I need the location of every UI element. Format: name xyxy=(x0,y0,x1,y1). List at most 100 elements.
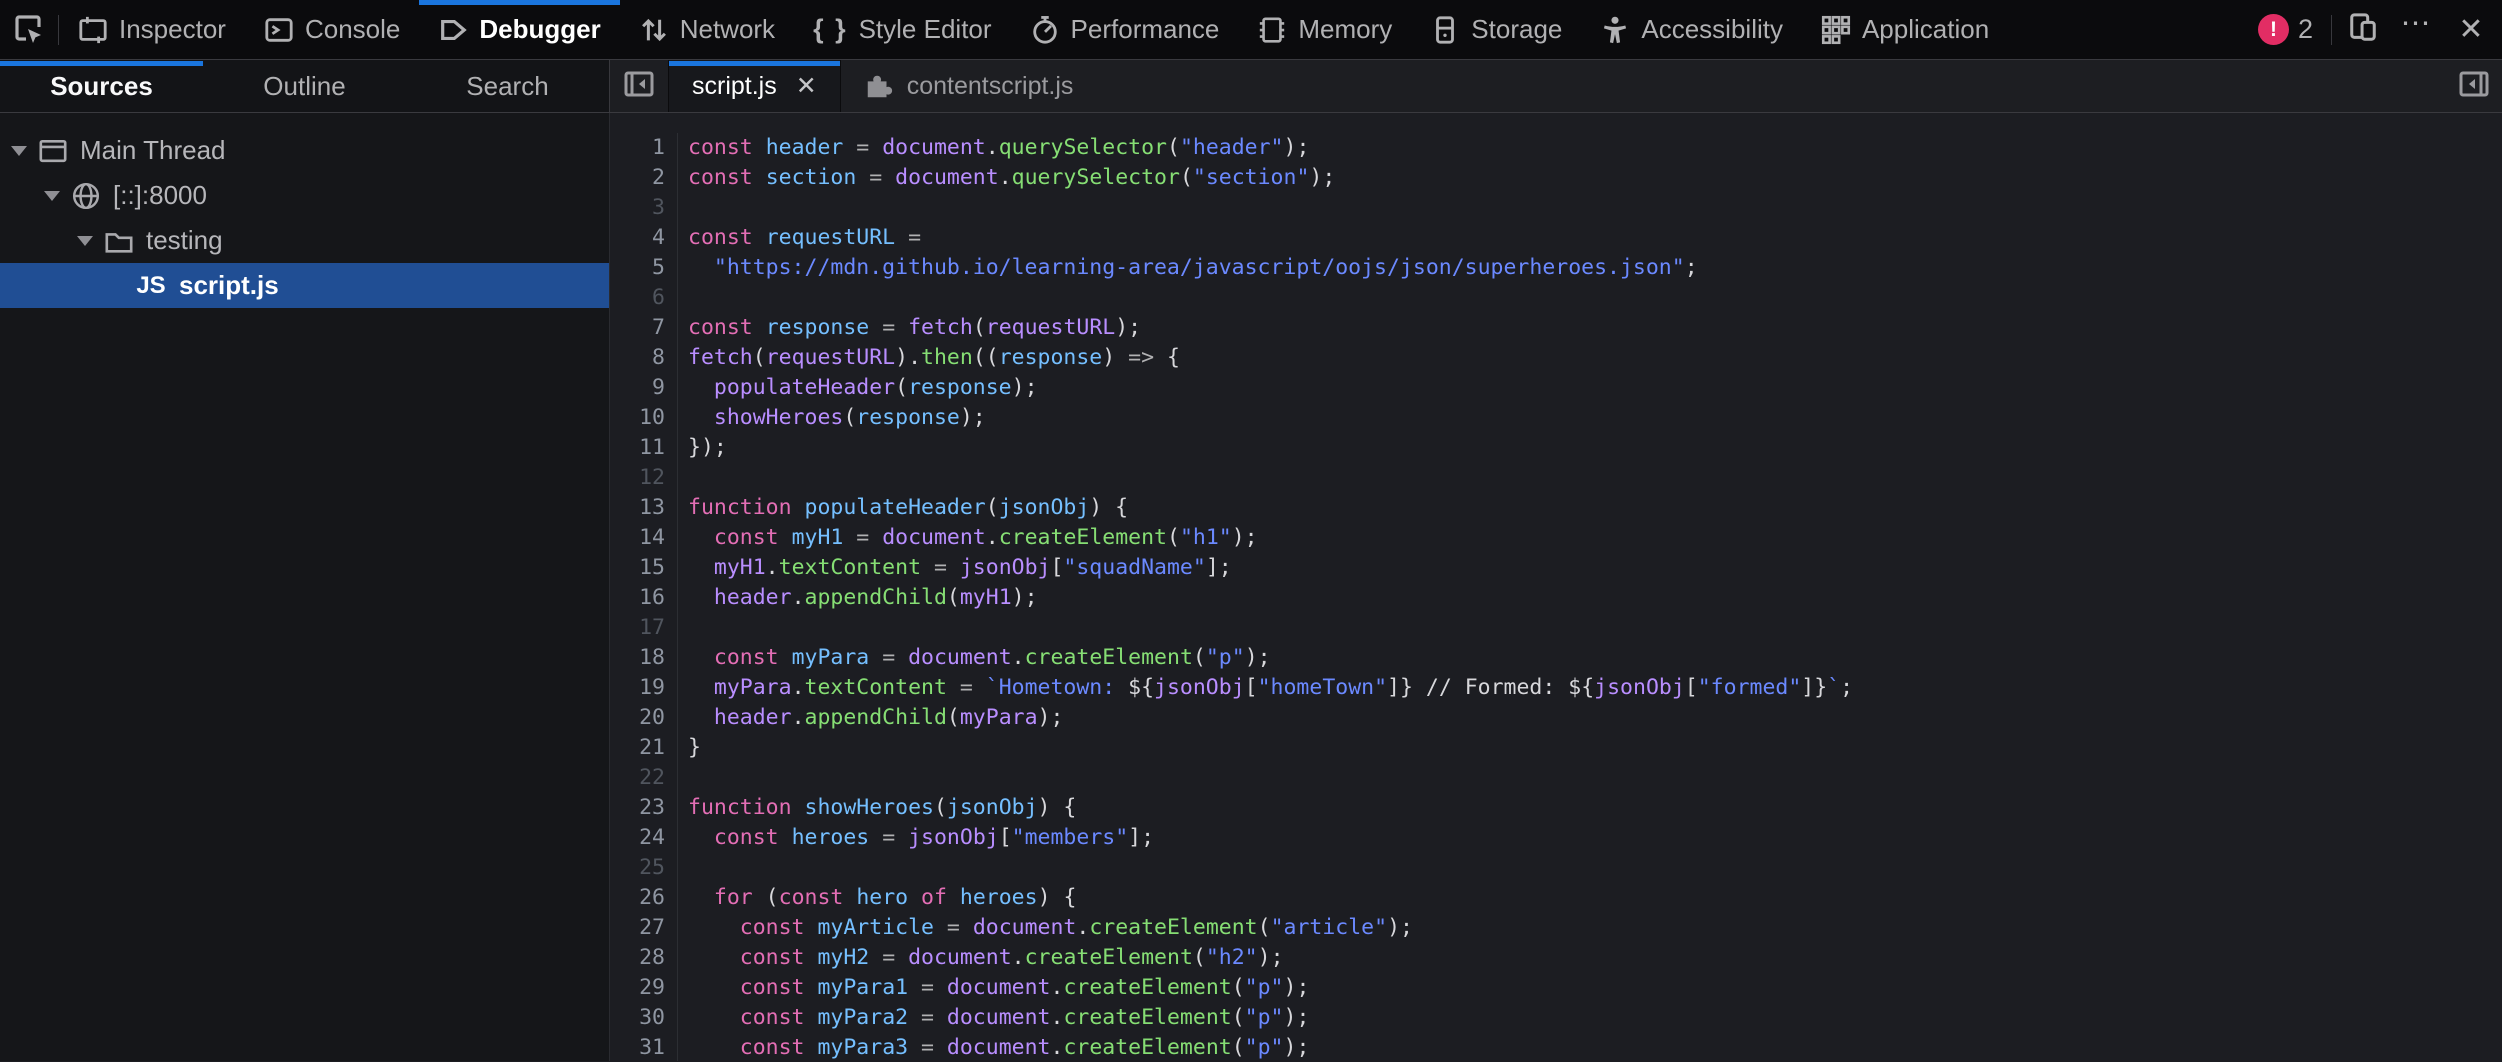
line-number[interactable]: 13 xyxy=(610,493,665,523)
tree-item--8000[interactable]: [::]:8000 xyxy=(0,173,609,218)
line-number[interactable]: 22 xyxy=(610,763,665,793)
collapse-sources-panel-button[interactable] xyxy=(610,60,668,112)
tab-network[interactable]: Network xyxy=(620,0,794,59)
line-number[interactable]: 2 xyxy=(610,163,665,193)
code-line[interactable]: const section = document.querySelector("… xyxy=(688,163,1853,193)
code-line[interactable]: const myPara3 = document.createElement("… xyxy=(688,1033,1853,1061)
code-content[interactable]: const header = document.querySelector("h… xyxy=(678,133,1853,1061)
line-number-gutter[interactable]: 1234567891011121314151617181920212223242… xyxy=(610,133,678,1061)
line-number[interactable]: 5 xyxy=(610,253,665,283)
code-editor[interactable]: 1234567891011121314151617181920212223242… xyxy=(610,113,2502,1061)
code-line[interactable]: header.appendChild(myH1); xyxy=(688,583,1853,613)
line-number[interactable]: 25 xyxy=(610,853,665,883)
line-number[interactable]: 21 xyxy=(610,733,665,763)
line-number[interactable]: 24 xyxy=(610,823,665,853)
code-line[interactable] xyxy=(688,463,1853,493)
line-number[interactable]: 27 xyxy=(610,913,665,943)
code-token: hero xyxy=(856,885,908,910)
line-number[interactable]: 7 xyxy=(610,313,665,343)
tab-application[interactable]: Application xyxy=(1802,0,2008,59)
code-line[interactable] xyxy=(688,283,1853,313)
code-line[interactable]: myPara.textContent = `Hometown: ${jsonOb… xyxy=(688,673,1853,703)
code-line[interactable]: const myPara = document.createElement("p… xyxy=(688,643,1853,673)
line-number[interactable]: 12 xyxy=(610,463,665,493)
code-line[interactable]: } xyxy=(688,733,1853,763)
line-number[interactable]: 30 xyxy=(610,1003,665,1033)
line-number[interactable]: 9 xyxy=(610,373,665,403)
line-number[interactable]: 1 xyxy=(610,133,665,163)
file-tab-contentscript[interactable]: contentscript.js xyxy=(841,60,1097,112)
tab-debugger[interactable]: Debugger xyxy=(419,0,619,59)
code-line[interactable]: const heroes = jsonObj["members"]; xyxy=(688,823,1853,853)
code-line[interactable]: for (const hero of heroes) { xyxy=(688,883,1853,913)
panel-tab-sources[interactable]: Sources xyxy=(0,60,203,112)
line-number[interactable]: 31 xyxy=(610,1033,665,1061)
code-line[interactable]: const header = document.querySelector("h… xyxy=(688,133,1853,163)
code-token xyxy=(947,885,960,910)
tree-item-main-thread[interactable]: Main Thread xyxy=(0,128,609,173)
tab-memory[interactable]: Memory xyxy=(1238,0,1411,59)
line-number[interactable]: 18 xyxy=(610,643,665,673)
code-line[interactable]: const myH2 = document.createElement("h2"… xyxy=(688,943,1853,973)
code-line[interactable]: }); xyxy=(688,433,1853,463)
error-count-badge[interactable]: ! 2 xyxy=(2248,14,2323,45)
tab-storage[interactable]: Storage xyxy=(1411,0,1581,59)
tree-item-script-js[interactable]: JSscript.js xyxy=(0,263,609,308)
line-number[interactable]: 17 xyxy=(610,613,665,643)
close-tab-icon[interactable]: ✕ xyxy=(796,71,817,101)
code-line[interactable]: const myArticle = document.createElement… xyxy=(688,913,1853,943)
code-line[interactable]: const requestURL = xyxy=(688,223,1853,253)
expand-caret-icon[interactable] xyxy=(11,146,38,156)
line-number[interactable]: 28 xyxy=(610,943,665,973)
code-line[interactable]: const myH1 = document.createElement("h1"… xyxy=(688,523,1853,553)
tree-item-testing[interactable]: testing xyxy=(0,218,609,263)
code-line[interactable] xyxy=(688,193,1853,223)
code-token: [ xyxy=(1245,675,1258,700)
line-number[interactable]: 8 xyxy=(610,343,665,373)
line-number[interactable]: 14 xyxy=(610,523,665,553)
code-line[interactable] xyxy=(688,763,1853,793)
code-token: const xyxy=(740,975,805,1000)
code-line[interactable]: const myPara2 = document.createElement("… xyxy=(688,1003,1853,1033)
tab-inspector[interactable]: Inspector xyxy=(59,0,245,59)
line-number[interactable]: 23 xyxy=(610,793,665,823)
code-line[interactable]: header.appendChild(myPara); xyxy=(688,703,1853,733)
line-number[interactable]: 29 xyxy=(610,973,665,1003)
line-number[interactable]: 19 xyxy=(610,673,665,703)
code-line[interactable]: function populateHeader(jsonObj) { xyxy=(688,493,1853,523)
close-devtools-button[interactable]: ✕ xyxy=(2448,7,2494,53)
code-line[interactable]: const myPara1 = document.createElement("… xyxy=(688,973,1853,1003)
line-number[interactable]: 4 xyxy=(610,223,665,253)
code-line[interactable] xyxy=(688,853,1853,883)
code-line[interactable]: const response = fetch(requestURL); xyxy=(688,313,1853,343)
expand-caret-icon[interactable] xyxy=(77,236,104,246)
code-line[interactable]: myH1.textContent = jsonObj["squadName"]; xyxy=(688,553,1853,583)
tab-style-editor[interactable]: { }Style Editor xyxy=(794,0,1010,59)
line-number[interactable]: 6 xyxy=(610,283,665,313)
code-line[interactable] xyxy=(688,613,1853,643)
responsive-design-button[interactable] xyxy=(2340,7,2386,53)
line-number[interactable]: 20 xyxy=(610,703,665,733)
devtools-menu-button[interactable]: ⋯ xyxy=(2394,7,2440,53)
tab-accessibility[interactable]: Accessibility xyxy=(1581,0,1802,59)
line-number[interactable]: 15 xyxy=(610,553,665,583)
code-line[interactable]: populateHeader(response); xyxy=(688,373,1853,403)
line-number[interactable]: 11 xyxy=(610,433,665,463)
line-number[interactable]: 10 xyxy=(610,403,665,433)
code-line[interactable]: showHeroes(response); xyxy=(688,403,1853,433)
panel-tab-search[interactable]: Search xyxy=(406,60,609,112)
code-line[interactable]: fetch(requestURL).then((response) => { xyxy=(688,343,1853,373)
code-token: appendChild xyxy=(805,705,947,730)
expand-caret-icon[interactable] xyxy=(44,191,71,201)
panel-tab-outline[interactable]: Outline xyxy=(203,60,406,112)
code-line[interactable]: "https://mdn.github.io/learning-area/jav… xyxy=(688,253,1853,283)
code-line[interactable]: function showHeroes(jsonObj) { xyxy=(688,793,1853,823)
toggle-panes-button[interactable] xyxy=(2458,60,2502,112)
line-number[interactable]: 16 xyxy=(610,583,665,613)
file-tab-script[interactable]: script.js✕ xyxy=(668,60,841,112)
line-number[interactable]: 26 xyxy=(610,883,665,913)
tab-console[interactable]: Console xyxy=(245,0,419,59)
line-number[interactable]: 3 xyxy=(610,193,665,223)
node-picker-button[interactable] xyxy=(0,0,58,59)
tab-performance[interactable]: Performance xyxy=(1011,0,1239,59)
